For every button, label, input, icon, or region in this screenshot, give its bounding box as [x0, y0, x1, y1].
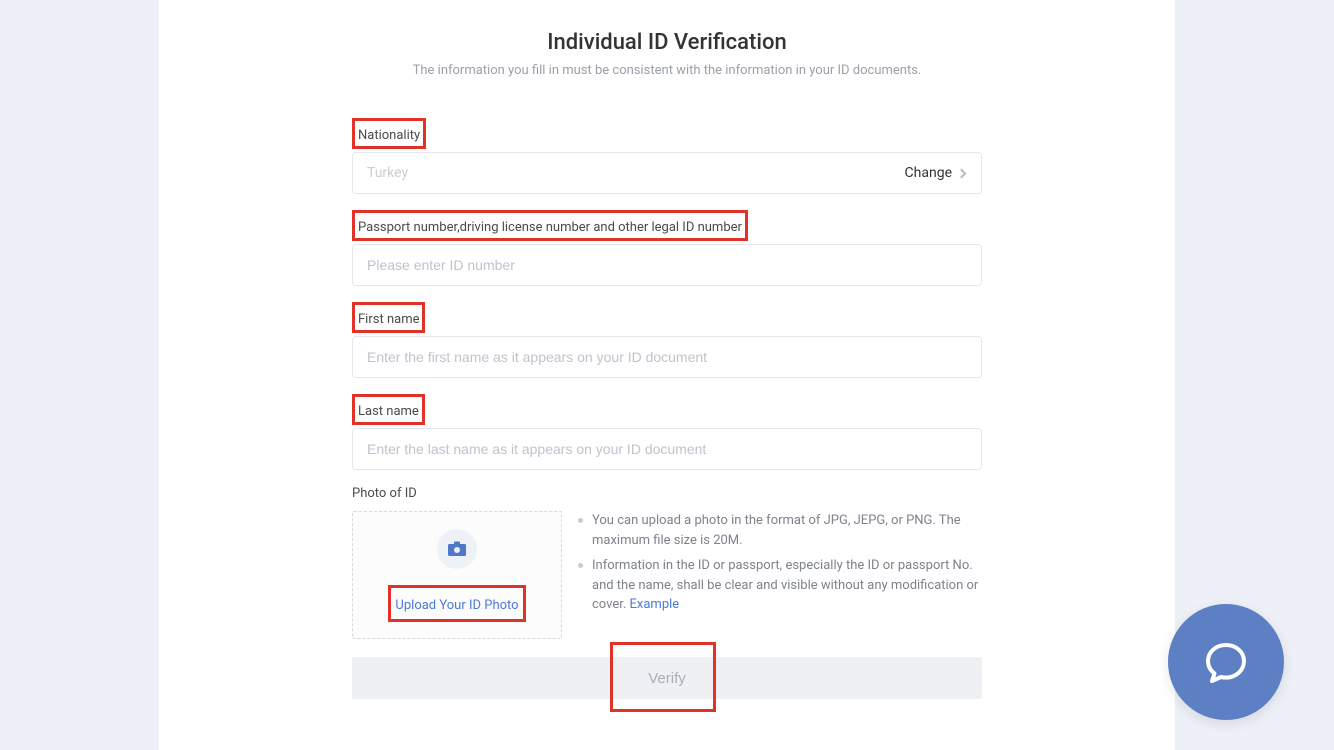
- upload-info-1: You can upload a photo in the format of …: [578, 511, 982, 550]
- upload-id-photo-box[interactable]: Upload Your ID Photo: [352, 511, 562, 639]
- change-label: Change: [905, 165, 952, 181]
- id-number-input[interactable]: [367, 257, 967, 273]
- page-subtitle: The information you fill in must be cons…: [159, 63, 1175, 78]
- last-name-label: Last name: [358, 404, 419, 419]
- id-number-field-wrapper: [352, 244, 982, 286]
- example-link[interactable]: Example: [630, 597, 680, 612]
- nationality-value: Turkey: [367, 165, 408, 181]
- first-name-field-wrapper: [352, 336, 982, 378]
- upload-info-2: Information in the ID or passport, espec…: [578, 556, 982, 615]
- verify-button[interactable]: Verify: [352, 657, 982, 699]
- photo-section: Photo of ID Upload Your ID Photo: [352, 486, 982, 639]
- highlight-nationality: Nationality: [352, 118, 426, 149]
- first-name-input[interactable]: [367, 349, 967, 365]
- nationality-field[interactable]: Turkey Change: [352, 152, 982, 194]
- chat-fab[interactable]: [1168, 604, 1284, 720]
- photo-label: Photo of ID: [352, 486, 982, 501]
- chat-icon: [1201, 637, 1251, 687]
- camera-icon: [447, 541, 467, 557]
- last-name-input[interactable]: [367, 441, 967, 457]
- page-title: Individual ID Verification: [159, 30, 1175, 55]
- nationality-label: Nationality: [358, 128, 420, 143]
- highlight-first-name: First name: [352, 302, 425, 333]
- highlight-last-name: Last name: [352, 394, 425, 425]
- id-number-label: Passport number,driving license number a…: [358, 220, 742, 235]
- highlight-id-number: Passport number,driving license number a…: [352, 210, 748, 241]
- change-nationality-button[interactable]: Change: [905, 165, 967, 181]
- photo-row: Upload Your ID Photo You can upload a ph…: [352, 511, 982, 639]
- last-name-field-wrapper: [352, 428, 982, 470]
- upload-label: Upload Your ID Photo: [395, 598, 518, 613]
- highlight-upload-text: Upload Your ID Photo: [388, 585, 525, 622]
- verify-row: Verify: [352, 657, 982, 699]
- form-area: Nationality Turkey Change Passport numbe…: [352, 118, 982, 699]
- chevron-right-icon: [957, 168, 967, 178]
- verification-card: Individual ID Verification The informati…: [159, 0, 1175, 750]
- camera-circle: [437, 529, 477, 569]
- upload-info: You can upload a photo in the format of …: [578, 511, 982, 621]
- first-name-label: First name: [358, 312, 419, 327]
